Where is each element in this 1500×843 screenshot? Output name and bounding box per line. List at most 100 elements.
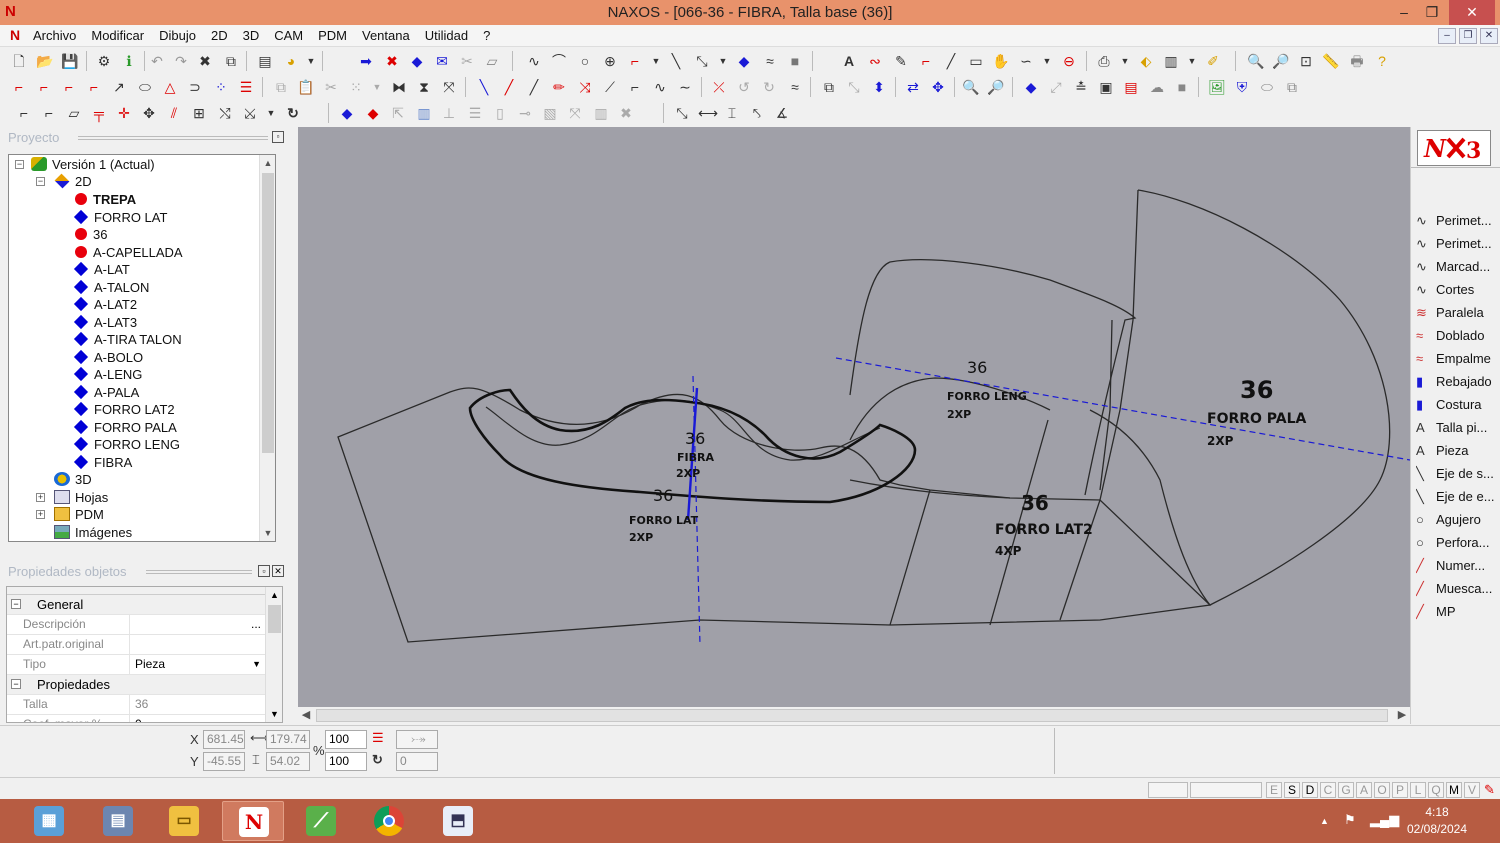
punch-icon[interactable]: ⊖ [1060,52,1078,70]
browse-button[interactable]: ... [251,615,261,634]
chevron-down-icon[interactable]: ▼ [1183,52,1201,70]
wave-icon[interactable]: ∾ [866,52,884,70]
hand-icon[interactable]: ✋ [992,52,1010,70]
clock[interactable]: 4:18 02/08/2024 [1402,804,1472,838]
chevron-down-icon[interactable]: ▼ [1116,52,1134,70]
frame-icon[interactable]: ⧉ [820,78,838,96]
chevron-down-icon[interactable]: ▼ [302,52,320,70]
measure-angle-icon[interactable]: ∡ [773,104,791,122]
chain-icon[interactable]: ⤧ [566,104,584,122]
menu-help[interactable]: ? [483,28,490,43]
chevron-down-icon[interactable]: ▼ [714,52,732,70]
double-slash-icon[interactable]: ⫽ [165,104,183,122]
drawing-canvas[interactable]: 36 FIBRA 2XP 36 FORRO LAT 2XP 36 FORRO L… [298,127,1410,707]
height-field[interactable]: 54.02 [266,752,310,771]
status-flag[interactable]: Q [1428,782,1444,798]
loop-icon[interactable]: ⊃ [186,78,204,96]
apply-transform-button[interactable]: ⤐ [396,730,438,749]
flag-icon[interactable]: ⚑ [1344,812,1356,828]
mirror-h-icon[interactable]: ⧓ [390,78,408,96]
chevron-down-icon[interactable]: ▼ [647,52,665,70]
undo-icon[interactable]: ↶ [148,52,166,70]
box-icon[interactable]: ■ [1173,78,1191,96]
status-flag[interactable]: V [1464,782,1480,798]
scroll-up-icon[interactable]: ▲ [260,155,275,171]
columns-icon[interactable]: ▯ [491,104,509,122]
delete-icon[interactable]: ✖ [196,52,214,70]
project-tree[interactable]: Versión 1 (Actual) − 2D − TREPA FORRO LAT… [8,154,276,542]
nest-icon[interactable]: ⬖ [1137,52,1155,70]
corner-icon[interactable]: ⌐ [626,52,644,70]
tool-button[interactable]: ≋ Paralela [1416,302,1500,323]
squiggle-icon[interactable]: ∿ [651,78,669,96]
pair-icon[interactable]: ◆ [338,104,356,122]
mdi-restore-button[interactable]: ❐ [1459,28,1477,44]
curve-icon[interactable]: ∿ [525,52,543,70]
rectangle-fill-icon[interactable]: ■ [786,52,804,70]
taskbar-installer[interactable]: ⬒ [427,801,489,841]
cloud-icon[interactable]: ☁ [1148,78,1166,96]
menu-3d[interactable]: 3D [243,28,260,43]
tool-button[interactable]: ╲ Eje de e... [1416,486,1500,507]
menu-archivo[interactable]: Archivo [33,28,76,43]
category-general[interactable]: − General [7,595,265,615]
tool-button[interactable]: ≈ Doblado [1416,325,1500,346]
tree-node-hojas[interactable]: Hojas [54,489,108,506]
stack-icon[interactable]: ⧉ [1283,78,1301,96]
zoom-window-icon[interactable]: ⊡ [1297,52,1315,70]
tree-scrollbar[interactable]: ▲ ▼ [259,155,275,541]
cut-table-icon[interactable]: ▥ [1162,52,1180,70]
window-icon[interactable]: ▤ [1122,78,1140,96]
chevron-down-icon[interactable]: ▼ [368,78,386,96]
tool-button[interactable]: ∿ Cortes [1416,279,1500,300]
scroll-left-icon[interactable]: ◀ [298,707,314,724]
tree-item[interactable]: A-LAT [73,261,130,278]
connect-icon[interactable]: ⤢ [1047,78,1065,96]
prop-coef-mayor-value[interactable]: 0 [129,715,265,722]
printer-icon[interactable]: 🖶 [1348,52,1366,70]
tree-node-2d[interactable]: 2D [54,173,92,190]
hatch-icon[interactable]: ╤ [90,104,108,122]
status-flag[interactable]: C [1320,782,1336,798]
arc-icon[interactable]: ⌒ [550,52,568,70]
triangle-icon[interactable]: △ [161,78,179,96]
dialog-icon[interactable]: ▣ [1097,78,1115,96]
tool-button[interactable]: ≈ Empalme [1416,348,1500,369]
tree-root[interactable]: Versión 1 (Actual) [31,156,155,173]
tree-item[interactable]: A-CAPELLADA [75,244,183,261]
tool-button[interactable]: ╱ Numer... [1416,555,1500,576]
move-icon[interactable]: ✥ [929,78,947,96]
line-icon[interactable]: ╲ [667,52,685,70]
tool-button[interactable]: ○ Agujero [1416,509,1500,530]
tree-node-3d[interactable]: 3D [54,471,92,488]
eraser2-icon[interactable]: ⬭ [1258,78,1276,96]
mdi-minimize-button[interactable]: – [1438,28,1456,44]
tree-item[interactable]: A-LENG [73,366,142,383]
mirror-v-icon[interactable]: ⧗ [415,78,433,96]
page-icon[interactable]: ▱ [65,104,83,122]
scale-list-icon[interactable]: ☰ [372,730,384,746]
tool-button[interactable]: ∿ Perimet... [1416,210,1500,231]
prop-coef-mayor[interactable]: Coef. mayor % 0 [7,715,265,722]
tree-item[interactable]: TREPA [75,191,136,208]
collapse-2d-icon[interactable]: − [36,177,45,186]
status-flag[interactable]: P [1392,782,1408,798]
shape-edit-icon[interactable]: ⤭ [216,104,234,122]
measure-diagonal-icon[interactable]: ⤡ [673,104,691,122]
tree-scroll-thumb[interactable] [262,173,274,453]
marker-icon[interactable]: ✏ [550,78,568,96]
node-link-icon[interactable]: ⊸ [516,104,534,122]
array-icon[interactable]: ⁙ [347,78,365,96]
scissors-icon[interactable]: ✂ [458,52,476,70]
tree-item[interactable]: A-PALA [73,384,139,401]
canvas-hscrollbar[interactable]: ◀ ▶ [298,707,1410,724]
select-arrow-icon[interactable]: ➡ [357,52,375,70]
scale-icon[interactable]: ⤡ [845,78,863,96]
status-flag[interactable]: D [1302,782,1318,798]
width-field[interactable]: 179.74 [266,730,310,749]
point-select-icon[interactable]: ◆ [1022,78,1040,96]
tree-item[interactable]: FORRO LENG [73,436,180,453]
measure-line-icon[interactable]: ╱ [525,78,543,96]
taskbar-calculator[interactable]: ▦ [18,801,80,841]
canvas-scroll-thumb[interactable] [316,709,1388,722]
